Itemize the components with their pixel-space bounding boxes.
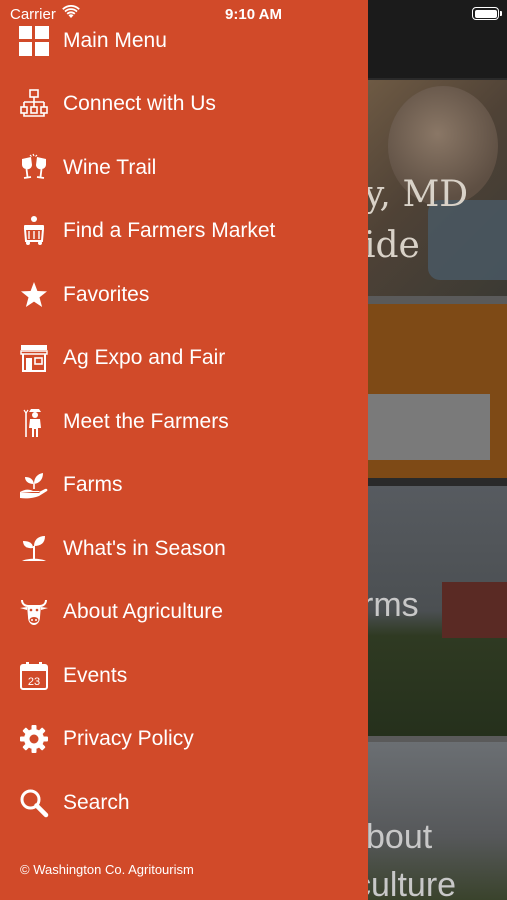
about-tile-title-line1: bout xyxy=(368,818,433,856)
menu-item-label: Meet the Farmers xyxy=(63,410,229,433)
footer-copyright: © Washington Co. Agritourism xyxy=(20,862,194,877)
storefront-icon xyxy=(19,343,49,373)
menu-item-label: Search xyxy=(63,791,130,814)
calendar-icon: 23 xyxy=(19,661,49,691)
menu-item-label: Privacy Policy xyxy=(63,727,194,750)
gear-icon xyxy=(19,724,49,754)
menu-item-ag-expo-and-fair[interactable]: Ag Expo and Fair xyxy=(0,330,368,386)
barn-photo xyxy=(442,582,507,638)
menu-item-label: Connect with Us xyxy=(63,92,216,115)
grid-icon xyxy=(19,26,49,56)
menu-item-favorites[interactable]: Favorites xyxy=(0,267,368,323)
menu-item-about-agriculture[interactable]: About Agriculture xyxy=(0,584,368,640)
hero-title-line2: ide xyxy=(368,225,420,266)
menu-item-label: About Agriculture xyxy=(63,600,223,623)
menu-item-label: What's in Season xyxy=(63,537,226,560)
hero-banner[interactable]: y, MD ide xyxy=(368,80,507,296)
hand-plant-icon xyxy=(19,470,49,500)
divider xyxy=(368,296,507,304)
menu-item-whats-in-season[interactable]: What's in Season xyxy=(0,521,368,577)
menu-item-label: Favorites xyxy=(63,283,150,306)
star-icon xyxy=(19,280,49,310)
side-drawer-menu: Main Menu Connect with Us Wine Trail Fin… xyxy=(0,0,368,900)
menu-item-label: Find a Farmers Market xyxy=(63,219,276,242)
search-field[interactable] xyxy=(368,394,490,460)
sitemap-icon xyxy=(19,89,49,119)
cow-icon xyxy=(19,597,49,627)
menu-item-label: Main Menu xyxy=(63,29,167,52)
menu-item-label: Wine Trail xyxy=(63,156,157,179)
menu-item-privacy-policy[interactable]: Privacy Policy xyxy=(0,711,368,767)
menu-item-farms[interactable]: Farms xyxy=(0,457,368,513)
menu-item-wine-trail[interactable]: Wine Trail xyxy=(0,140,368,196)
about-agriculture-tile[interactable]: bout culture xyxy=(368,742,507,900)
menu-item-label: Ag Expo and Fair xyxy=(63,346,226,369)
sprout-icon xyxy=(19,534,49,564)
hero-title-line1: y, MD xyxy=(368,174,469,215)
market-basket-icon xyxy=(19,216,49,246)
farms-tile[interactable]: rms xyxy=(368,486,507,736)
search-icon xyxy=(19,788,49,818)
battery-icon xyxy=(472,7,502,20)
menu-item-label: Farms xyxy=(63,473,123,496)
status-bar: Carrier 9:10 AM xyxy=(0,0,507,28)
menu-item-find-farmers-market[interactable]: Find a Farmers Market xyxy=(0,203,368,259)
menu-item-events[interactable]: 23 Events xyxy=(0,648,368,704)
calendar-day-number: 23 xyxy=(28,676,40,688)
farmer-icon xyxy=(19,407,49,437)
menu-item-meet-the-farmers[interactable]: Meet the Farmers xyxy=(0,394,368,450)
about-tile-title-line2: culture xyxy=(368,866,457,900)
menu-item-label: Events xyxy=(63,664,128,687)
wine-glasses-icon xyxy=(19,153,49,183)
menu-item-connect-with-us[interactable]: Connect with Us xyxy=(0,76,368,132)
clock: 9:10 AM xyxy=(225,6,282,23)
farms-tile-title: rms xyxy=(368,586,419,624)
menu-item-search[interactable]: Search xyxy=(0,775,368,831)
